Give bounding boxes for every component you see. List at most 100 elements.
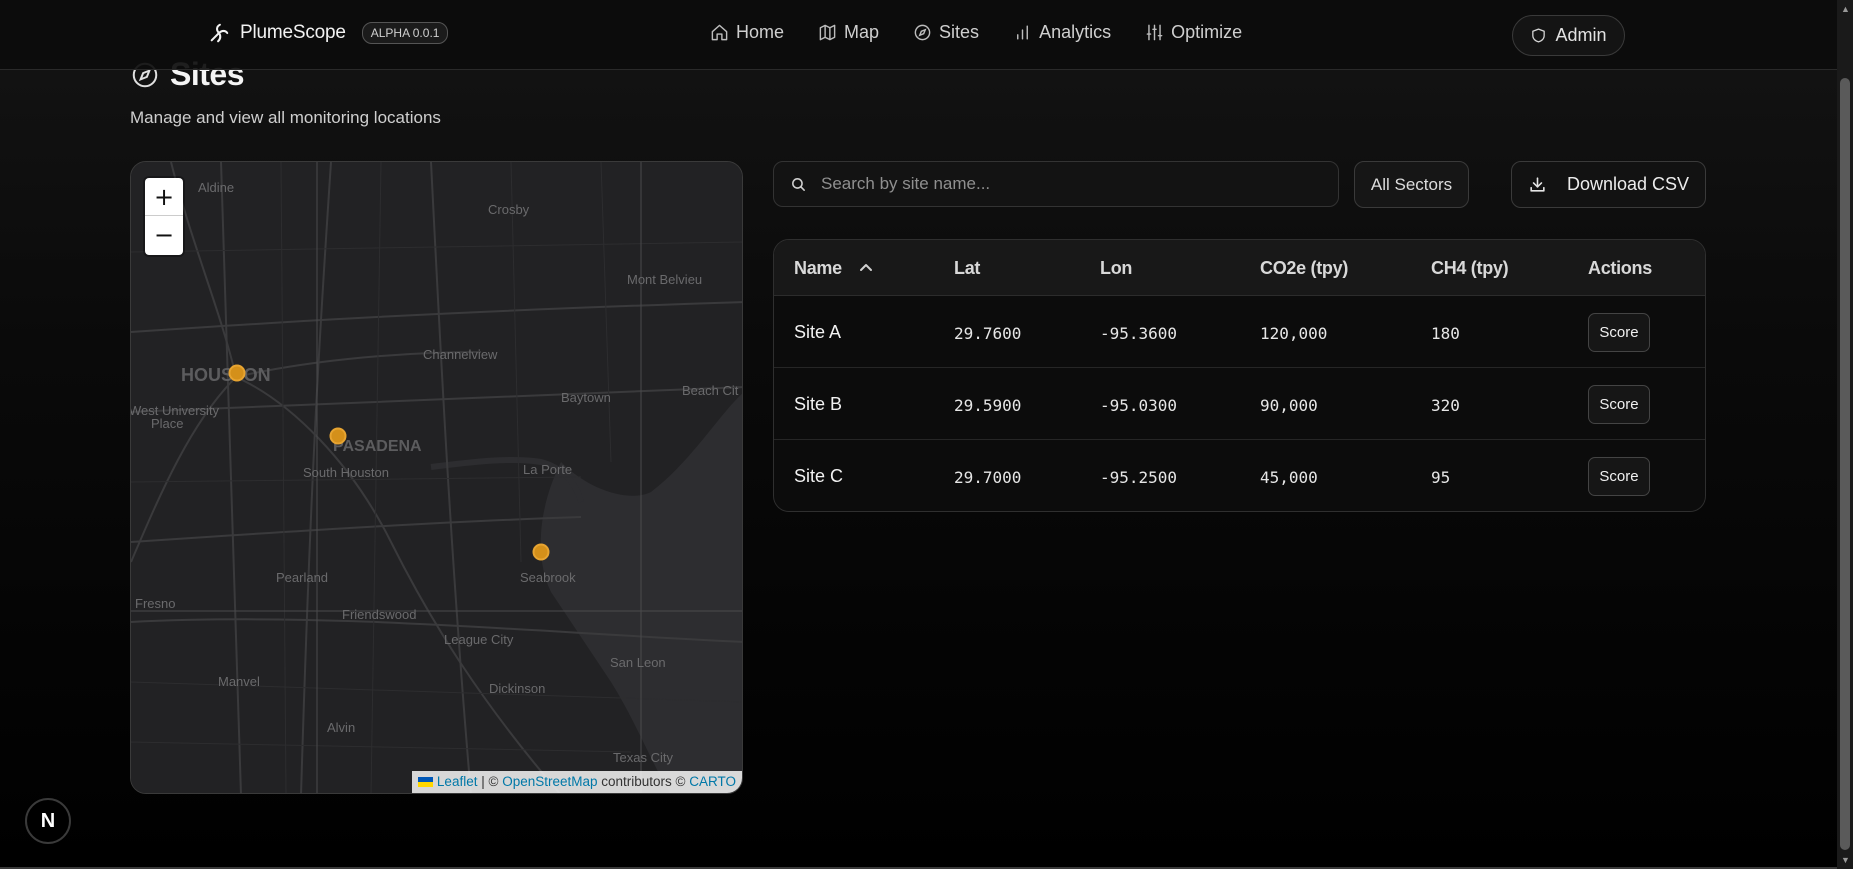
shield-icon: [1532, 28, 1546, 43]
zoom-in-button[interactable]: +: [145, 178, 183, 216]
score-button[interactable]: Score: [1588, 457, 1650, 496]
cell-lat: 29.5900: [954, 396, 1022, 415]
map-label: Seabrook: [520, 570, 576, 585]
column-header-actions: Actions: [1588, 258, 1652, 278]
column-header-name-label: Name: [794, 258, 842, 278]
map-label: Manvel: [218, 674, 260, 689]
map-label: Friendswood: [342, 607, 416, 622]
scroll-up-arrow-icon[interactable]: ▲: [1841, 4, 1850, 14]
nav-map[interactable]: Map: [818, 22, 879, 43]
admin-button[interactable]: Admin: [1512, 15, 1625, 56]
attribution-contributors: contributors ©: [597, 774, 690, 789]
column-header-ch4[interactable]: CH4 (tpy): [1431, 258, 1509, 279]
cell-name: Site B: [794, 394, 843, 414]
sliders-icon: [1146, 24, 1163, 41]
map-label: Crosby: [488, 202, 530, 217]
cell-lon: -95.0300: [1100, 396, 1178, 415]
map-label: HOUSTON: [181, 365, 271, 385]
map-tiles[interactable]: Aldine Crosby Mont Belvieu Channelview B…: [131, 162, 743, 794]
dev-tools-badge[interactable]: N: [25, 798, 71, 844]
map-label: Mont Belvieu: [627, 272, 702, 287]
cell-name: Site C: [794, 466, 844, 486]
admin-label: Admin: [1555, 25, 1607, 45]
zoom-out-button[interactable]: −: [145, 216, 183, 254]
site-marker[interactable]: [329, 427, 347, 445]
cell-co2e: 90,000: [1260, 396, 1318, 415]
table-row[interactable]: Site A 29.7600 -95.3600 120,000 180 Scor…: [774, 296, 1705, 368]
plume-logo-icon: [210, 23, 229, 43]
site-marker[interactable]: [532, 543, 550, 561]
ukraine-flag-icon: [417, 777, 433, 787]
leaflet-link[interactable]: Leaflet: [437, 774, 478, 789]
sites-table: Name Lat Lon CO2e (tpy) CH4 (tpy) Action…: [773, 239, 1706, 512]
attribution-separator: | ©: [477, 774, 503, 789]
map-label: PASADENA: [333, 438, 422, 455]
nav-analytics-label: Analytics: [1039, 22, 1112, 42]
map-label: League City: [444, 632, 514, 647]
cell-name: Site A: [794, 322, 842, 342]
sites-map[interactable]: Aldine Crosby Mont Belvieu Channelview B…: [130, 161, 743, 794]
sector-filter-select[interactable]: All Sectors: [1354, 161, 1469, 208]
table-row[interactable]: Site B 29.5900 -95.0300 90,000 320 Score: [774, 368, 1705, 440]
map-label: South Houston: [303, 465, 389, 480]
home-icon: [711, 24, 728, 41]
top-navbar: PlumeScope ALPHA 0.0.1 Home Map Sites An…: [0, 0, 1837, 70]
scroll-thumb[interactable]: [1840, 78, 1850, 850]
osm-link[interactable]: OpenStreetMap: [502, 774, 597, 789]
version-badge: ALPHA 0.0.1: [361, 22, 449, 44]
score-button[interactable]: Score: [1588, 385, 1650, 424]
page-subtitle: Manage and view all monitoring locations: [130, 108, 441, 127]
nav-home-label: Home: [736, 22, 785, 42]
map-label: Pearland: [276, 570, 328, 585]
cell-ch4: 320: [1431, 396, 1460, 415]
sort-ascending-icon: [859, 264, 872, 271]
map-label: San Leon: [610, 655, 666, 670]
cell-ch4: 95: [1431, 468, 1451, 487]
nav-sites[interactable]: Sites: [913, 22, 979, 43]
map-icon: [819, 24, 836, 41]
nav-analytics[interactable]: Analytics: [1013, 22, 1111, 43]
scroll-down-arrow-icon[interactable]: ▼: [1841, 855, 1850, 865]
column-header-co2e[interactable]: CO2e (tpy): [1260, 258, 1348, 279]
nav-home[interactable]: Home: [710, 22, 784, 43]
download-icon: [1530, 177, 1545, 192]
nav-map-label: Map: [844, 22, 880, 42]
map-attribution: Leaflet | © OpenStreetMap contributors ©…: [411, 771, 742, 793]
map-label: Beach Cit: [682, 383, 739, 398]
map-label: Aldine: [198, 180, 234, 195]
site-marker[interactable]: [228, 364, 246, 382]
table-row[interactable]: Site C 29.7000 -95.2500 45,000 95 Score: [774, 440, 1705, 511]
map-label: Channelview: [423, 347, 498, 362]
cell-co2e: 120,000: [1260, 324, 1328, 343]
column-header-lon[interactable]: Lon: [1100, 258, 1132, 279]
brand[interactable]: PlumeScope ALPHA 0.0.1: [208, 22, 449, 44]
cell-lat: 29.7000: [954, 468, 1022, 487]
brand-name: PlumeScope: [240, 22, 346, 43]
map-label: Texas City: [613, 750, 673, 765]
map-label: Alvin: [327, 720, 355, 735]
download-csv-button[interactable]: Download CSV: [1511, 161, 1706, 208]
search-input[interactable]: [821, 174, 1301, 194]
cell-ch4: 180: [1431, 324, 1460, 343]
zoom-control: + −: [145, 178, 183, 255]
map-label: La Porte: [523, 462, 572, 477]
compass-icon: [914, 24, 931, 41]
nav-sites-label: Sites: [939, 22, 980, 42]
score-button[interactable]: Score: [1588, 313, 1650, 352]
search-box[interactable]: [773, 161, 1339, 207]
bar-chart-icon: [1017, 25, 1029, 40]
download-csv-label: Download CSV: [1566, 174, 1690, 194]
map-label: Fresno: [135, 596, 175, 611]
main-nav: Home Map Sites Analytics Optimize: [710, 22, 1276, 43]
map-label: Baytown: [561, 390, 611, 405]
carto-link[interactable]: CARTO: [689, 774, 736, 789]
cell-lon: -95.2500: [1100, 468, 1178, 487]
cell-lon: -95.3600: [1100, 324, 1178, 343]
nav-optimize[interactable]: Optimize: [1145, 22, 1242, 43]
column-header-name[interactable]: Name: [794, 258, 873, 279]
map-label: Place: [151, 416, 184, 431]
column-header-lat[interactable]: Lat: [954, 258, 980, 279]
cell-lat: 29.7600: [954, 324, 1022, 343]
nav-optimize-label: Optimize: [1171, 22, 1243, 42]
page-scrollbar[interactable]: ▲ ▼: [1837, 0, 1853, 869]
